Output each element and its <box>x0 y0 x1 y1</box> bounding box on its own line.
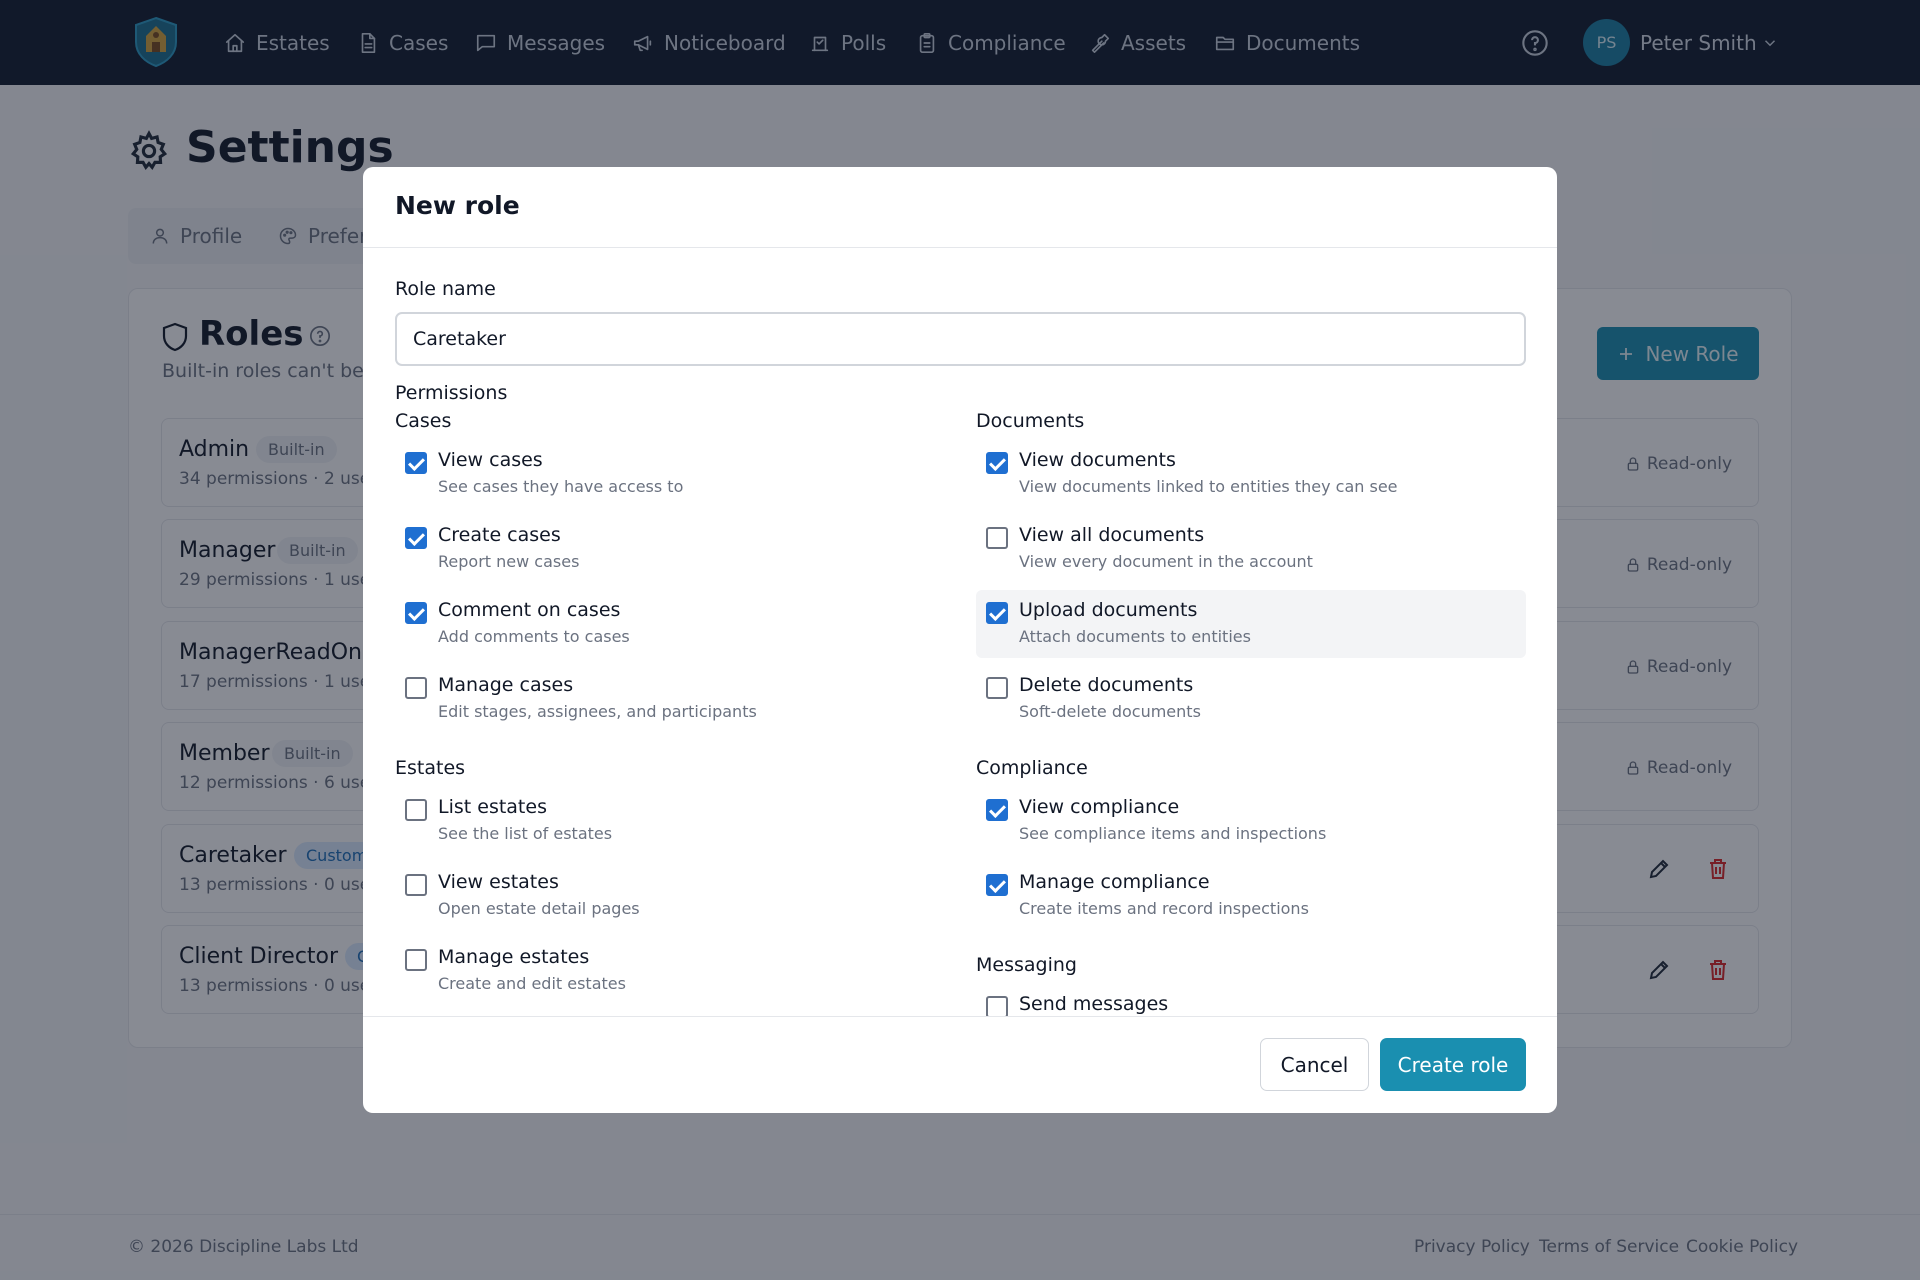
permission-description: Create items and record inspections <box>1019 899 1309 918</box>
permission-view-estates[interactable]: View estates Open estate detail pages <box>395 862 945 930</box>
permission-upload-documents[interactable]: Upload documents Attach documents to ent… <box>976 590 1526 658</box>
group-title-compliance: Compliance <box>976 757 1088 779</box>
permission-manage-compliance[interactable]: Manage compliance Create items and recor… <box>976 862 1526 930</box>
permission-label: Create cases <box>438 524 561 546</box>
permission-manage-cases[interactable]: Manage cases Edit stages, assignees, and… <box>395 665 945 733</box>
permission-description: Report new cases <box>438 552 580 571</box>
permission-description: Add comments to cases <box>438 627 630 646</box>
permission-label: Delete documents <box>1019 674 1194 696</box>
role-name-input[interactable] <box>395 312 1526 366</box>
permission-description: View documents linked to entities they c… <box>1019 477 1398 496</box>
permission-label: View estates <box>438 871 559 893</box>
group-title-cases: Cases <box>395 410 452 432</box>
checkbox[interactable] <box>986 996 1008 1016</box>
permission-description: Soft-delete documents <box>1019 702 1201 721</box>
permission-label: Manage compliance <box>1019 871 1210 893</box>
permission-label: View documents <box>1019 449 1176 471</box>
checkbox[interactable] <box>405 874 427 896</box>
cancel-button[interactable]: Cancel <box>1260 1038 1369 1091</box>
checkbox[interactable] <box>405 799 427 821</box>
permission-view-cases[interactable]: View cases See cases they have access to <box>395 440 945 508</box>
group-title-estates: Estates <box>395 757 466 779</box>
checkbox[interactable] <box>405 949 427 971</box>
permission-description: Open estate detail pages <box>438 899 640 918</box>
permission-label: List estates <box>438 796 547 818</box>
checkbox[interactable] <box>986 874 1008 896</box>
role-name-label: Role name <box>395 278 496 300</box>
permission-description: Edit stages, assignees, and participants <box>438 702 757 721</box>
permission-label: Comment on cases <box>438 599 621 621</box>
permission-label: Upload documents <box>1019 599 1198 621</box>
create-role-button[interactable]: Create role <box>1380 1038 1526 1091</box>
permission-view-all-documents[interactable]: View all documents View every document i… <box>976 515 1526 583</box>
permission-label: Manage cases <box>438 674 574 696</box>
permission-description: Attach documents to entities <box>1019 627 1251 646</box>
permission-list-estates[interactable]: List estates See the list of estates <box>395 787 945 855</box>
new-role-dialog: New role Role name Permissions Cases Vie… <box>363 167 1557 1113</box>
permission-description: See cases they have access to <box>438 477 684 496</box>
dialog-body[interactable]: Role name Permissions Cases View cases S… <box>363 248 1557 1016</box>
permission-label: Manage estates <box>438 946 590 968</box>
checkbox[interactable] <box>405 602 427 624</box>
checkbox[interactable] <box>405 452 427 474</box>
checkbox[interactable] <box>986 452 1008 474</box>
checkbox[interactable] <box>986 602 1008 624</box>
permission-create-cases[interactable]: Create cases Report new cases <box>395 515 945 583</box>
dialog-footer-divider <box>363 1016 1557 1017</box>
permission-description: Create and edit estates <box>438 974 626 993</box>
group-title-documents: Documents <box>976 410 1085 432</box>
permission-view-documents[interactable]: View documents View documents linked to … <box>976 440 1526 508</box>
checkbox[interactable] <box>986 527 1008 549</box>
permission-description: See compliance items and inspections <box>1019 824 1327 843</box>
permission-description: View every document in the account <box>1019 552 1313 571</box>
permission-manage-estates[interactable]: Manage estates Create and edit estates <box>395 937 945 1005</box>
checkbox[interactable] <box>986 799 1008 821</box>
checkbox[interactable] <box>405 527 427 549</box>
dialog-title: New role <box>395 191 520 220</box>
checkbox[interactable] <box>986 677 1008 699</box>
permission-delete-documents[interactable]: Delete documents Soft-delete documents <box>976 665 1526 733</box>
permission-view-compliance[interactable]: View compliance See compliance items and… <box>976 787 1526 855</box>
permissions-label: Permissions <box>395 382 508 404</box>
permission-comment-cases[interactable]: Comment on cases Add comments to cases <box>395 590 945 658</box>
group-title-messaging: Messaging <box>976 954 1077 976</box>
permission-send-messages[interactable]: Send messages <box>976 984 1526 1016</box>
permission-label: Send messages <box>1019 993 1169 1015</box>
checkbox[interactable] <box>405 677 427 699</box>
permission-label: View compliance <box>1019 796 1180 818</box>
permission-label: View cases <box>438 449 543 471</box>
permission-description: See the list of estates <box>438 824 613 843</box>
permission-label: View all documents <box>1019 524 1205 546</box>
